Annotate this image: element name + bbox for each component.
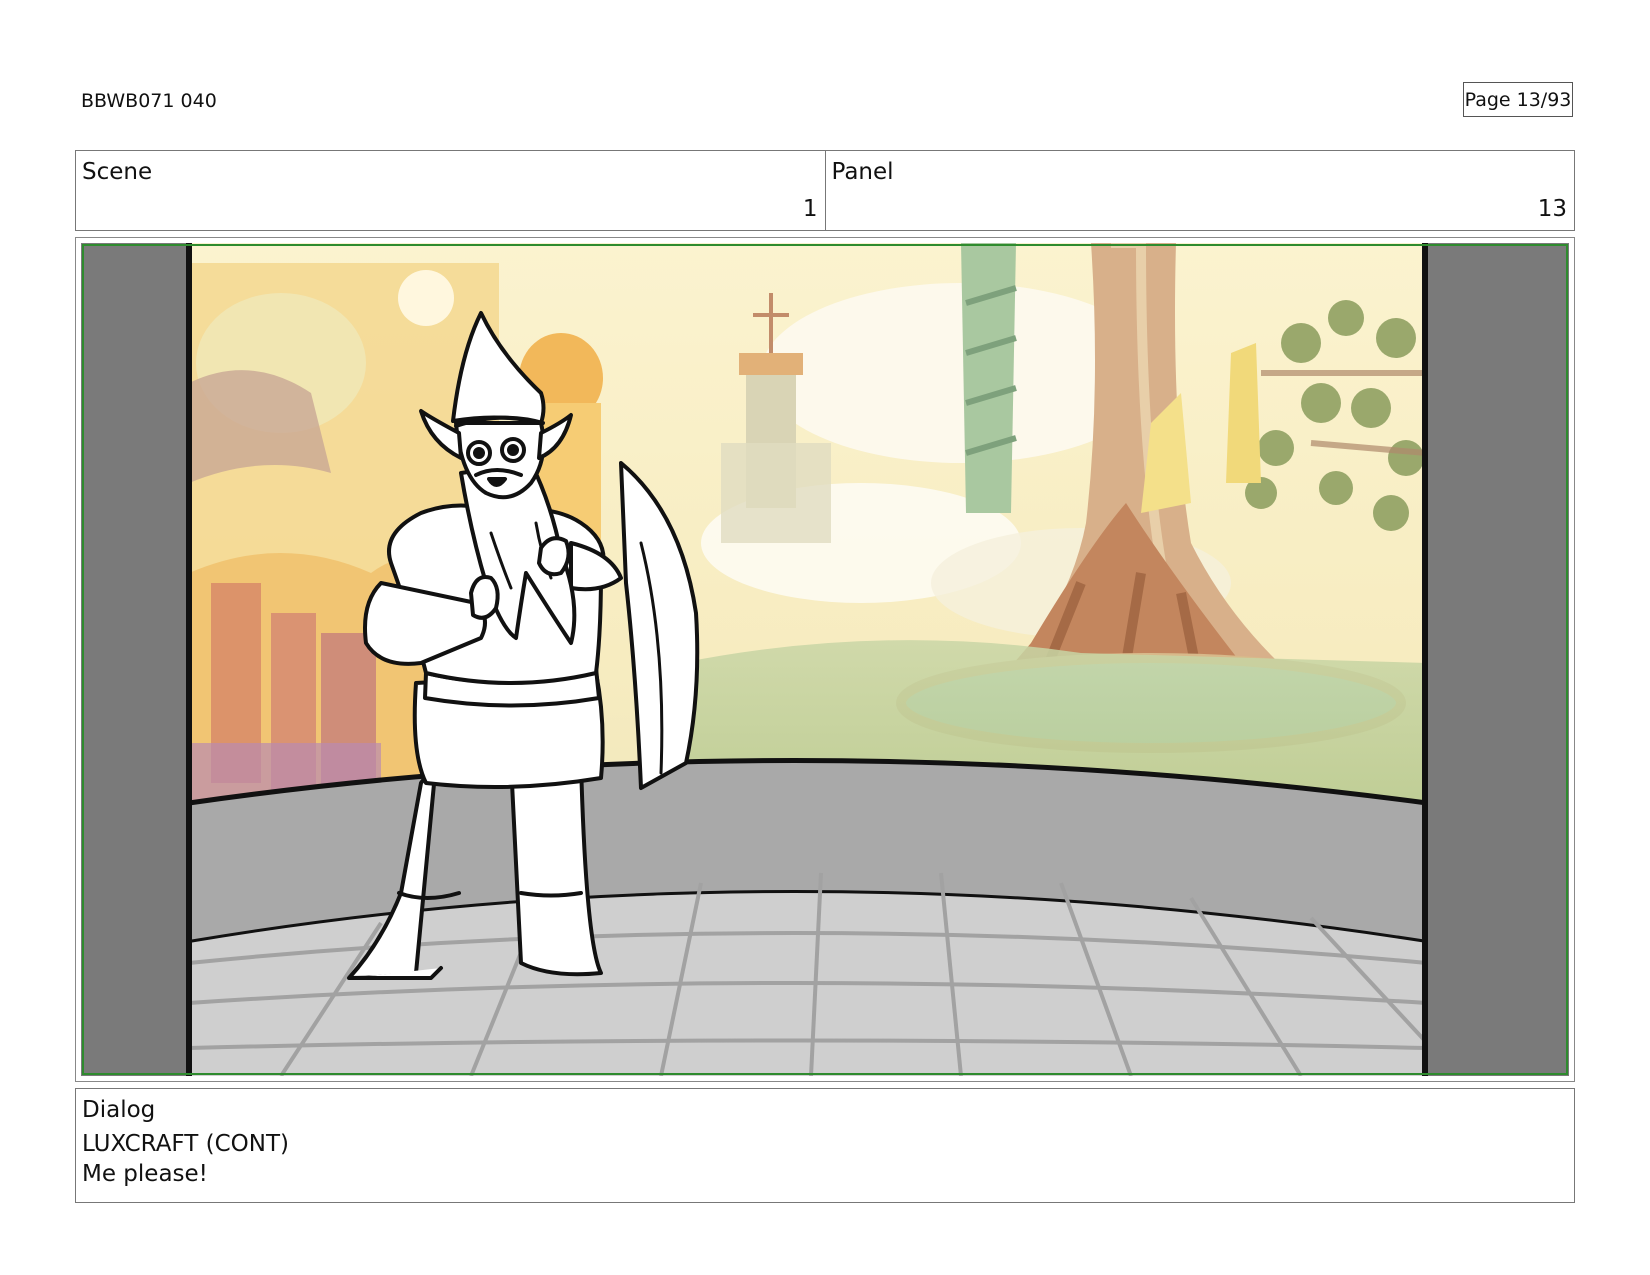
dialog-label: Dialog [82, 1097, 156, 1123]
storyboard-drawing [81, 243, 1569, 1076]
panel-label: Panel [831, 159, 894, 185]
dialog-box: Dialog LUXCRAFT (CONT) Me please! [75, 1088, 1575, 1203]
panel-cell: Panel 13 [824, 151, 1575, 230]
dialog-speaker: LUXCRAFT (CONT) [82, 1131, 289, 1157]
scene-cell: Scene 1 [76, 151, 825, 230]
page-number-box: Page 13/93 [1463, 82, 1573, 117]
dialog-line: Me please! [82, 1161, 208, 1187]
scene-label: Scene [82, 159, 153, 185]
storyboard-frame [75, 237, 1575, 1082]
scene-panel-table: Scene 1 Panel 13 [75, 150, 1575, 231]
left-letterbox [81, 243, 189, 1076]
document-id: BBWB071 040 [81, 90, 217, 112]
panel-number: 13 [1537, 196, 1567, 222]
page-number: Page 13/93 [1464, 88, 1572, 111]
right-letterbox [1427, 243, 1569, 1076]
scene-number: 1 [802, 196, 818, 222]
